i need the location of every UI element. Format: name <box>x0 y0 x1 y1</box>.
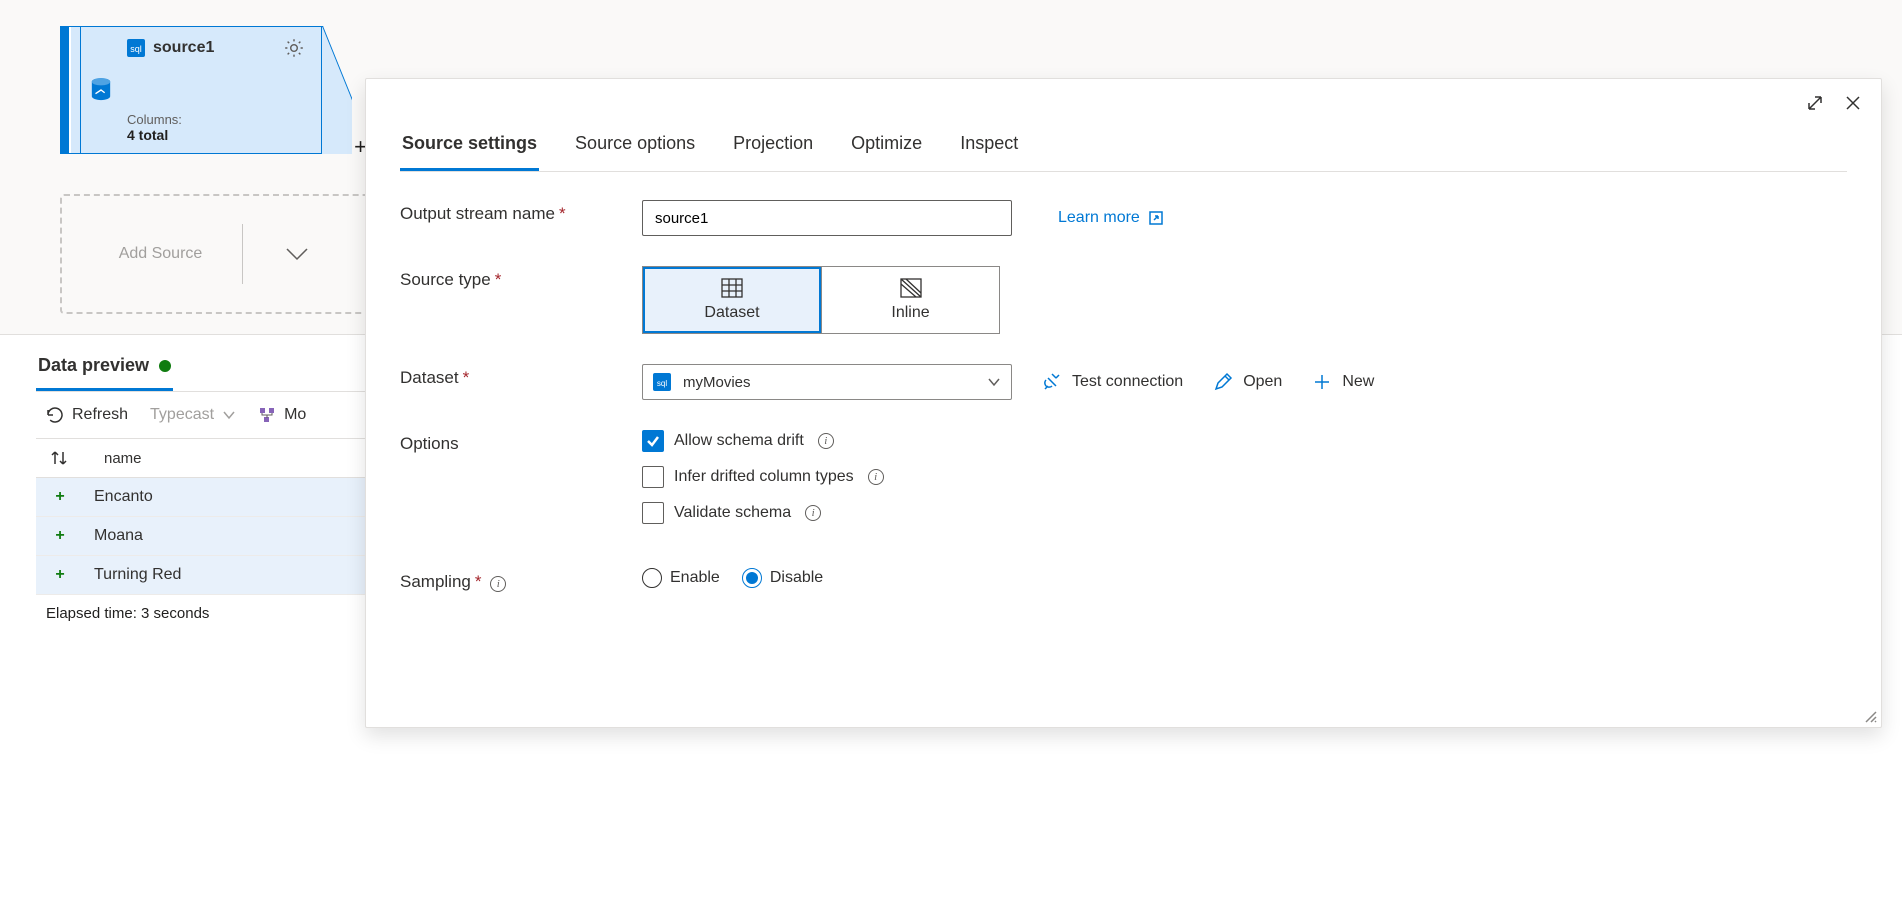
tab-data-preview[interactable]: Data preview <box>36 345 173 391</box>
expand-row-icon[interactable]: + <box>50 527 70 545</box>
options-label: Options <box>400 430 642 454</box>
external-link-icon <box>1148 210 1164 226</box>
tab-source-settings[interactable]: Source settings <box>400 129 539 171</box>
plug-icon <box>1042 372 1062 392</box>
columns-value: 4 total <box>127 127 307 143</box>
sampling-label: Sampling* i <box>400 568 642 592</box>
columns-label: Columns: <box>127 112 307 127</box>
grid-icon <box>721 278 743 298</box>
tab-source-options[interactable]: Source options <box>573 129 697 171</box>
dataset-label: Dataset* <box>400 364 642 388</box>
edit-icon <box>1213 372 1233 392</box>
source-settings-flyout: Source settings Source options Projection O… <box>365 78 1882 728</box>
expand-icon[interactable] <box>1805 93 1825 113</box>
plus-icon <box>1312 372 1332 392</box>
refresh-icon <box>46 406 64 424</box>
sort-icon[interactable] <box>50 449 68 467</box>
modify-button[interactable]: Mo <box>258 406 306 424</box>
allow-schema-drift-checkbox[interactable] <box>642 430 664 452</box>
tab-projection[interactable]: Projection <box>731 129 815 171</box>
source-type-inline[interactable]: Inline <box>821 267 999 333</box>
open-button[interactable]: Open <box>1213 372 1282 392</box>
chevron-down-icon[interactable] <box>283 245 311 263</box>
inline-icon <box>900 278 922 298</box>
column-name-header[interactable]: name <box>84 450 142 467</box>
source-type-dataset[interactable]: Dataset <box>643 267 821 333</box>
chevron-down-icon <box>222 408 236 422</box>
cell-value: Encanto <box>94 488 153 506</box>
gear-icon[interactable] <box>283 37 305 59</box>
chevron-down-icon <box>987 375 1001 389</box>
close-icon[interactable] <box>1843 93 1863 113</box>
test-connection-button[interactable]: Test connection <box>1042 372 1183 392</box>
refresh-button[interactable]: Refresh <box>46 406 128 424</box>
source-title: source1 <box>153 39 214 57</box>
source-node[interactable]: sql source1 Columns: 4 total + <box>60 26 322 154</box>
source-type-label: Source type* <box>400 266 642 290</box>
cell-value: Turning Red <box>94 566 181 584</box>
database-icon <box>90 77 112 103</box>
sql-icon: sql <box>653 373 671 391</box>
tab-inspect[interactable]: Inspect <box>958 129 1020 171</box>
status-indicator-icon <box>159 360 171 372</box>
new-button[interactable]: New <box>1312 372 1374 392</box>
add-source-box[interactable]: Add Source <box>60 194 370 314</box>
sampling-disable-radio[interactable]: Disable <box>742 568 823 588</box>
tab-optimize[interactable]: Optimize <box>849 129 924 171</box>
expand-row-icon[interactable]: + <box>50 566 70 584</box>
structure-icon <box>258 406 276 424</box>
svg-text:sql: sql <box>130 44 142 54</box>
dataset-select[interactable]: sql myMovies <box>642 364 1012 400</box>
svg-text:sql: sql <box>657 379 667 388</box>
sampling-enable-radio[interactable]: Enable <box>642 568 720 588</box>
info-icon[interactable]: i <box>868 469 884 485</box>
info-icon[interactable]: i <box>805 505 821 521</box>
add-source-label: Add Source <box>119 245 203 263</box>
info-icon[interactable]: i <box>818 433 834 449</box>
output-stream-input[interactable] <box>642 200 1012 236</box>
expand-row-icon[interactable]: + <box>50 488 70 506</box>
sql-icon: sql <box>127 39 145 57</box>
info-icon[interactable]: i <box>490 576 506 592</box>
infer-drifted-checkbox[interactable] <box>642 466 664 488</box>
output-stream-label: Output stream name* <box>400 200 642 224</box>
cell-value: Moana <box>94 527 143 545</box>
resize-grip-icon[interactable] <box>1861 707 1877 723</box>
typecast-button[interactable]: Typecast <box>150 406 236 424</box>
learn-more-link[interactable]: Learn more <box>1058 209 1164 227</box>
validate-schema-checkbox[interactable] <box>642 502 664 524</box>
